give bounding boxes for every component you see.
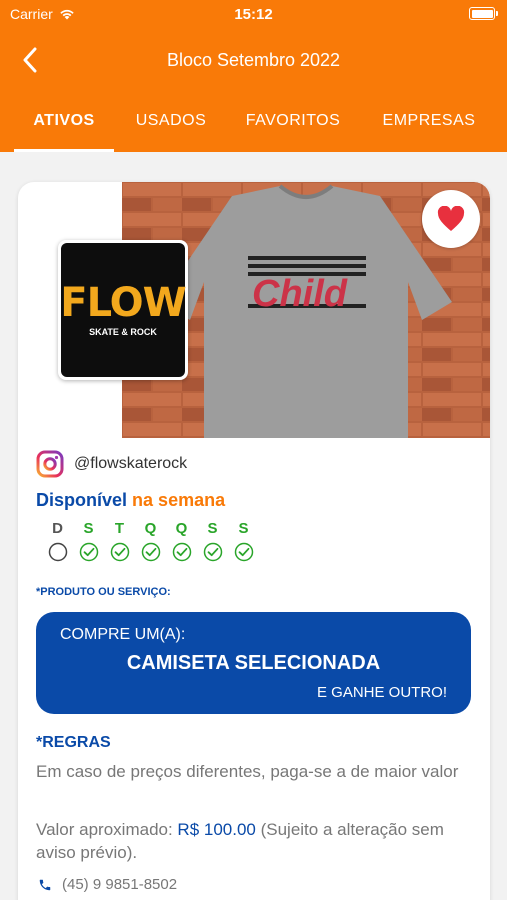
rules-text: Em caso de preços diferentes, paga-se a … [36,762,459,781]
phone-icon [39,879,51,890]
page-title: Bloco Setembro 2022 [166,50,341,70]
availability-title: Disponível na semana [36,490,225,511]
tab-favoritos[interactable]: FAVORITOS [232,112,354,130]
day-tuesday: T [104,520,135,562]
offer-product-name: CAMISETA SELECIONADA [126,652,381,674]
phone-contact[interactable]: (45) 9 9851-8502 [38,876,177,893]
tab-ativos[interactable]: ATIVOS [14,112,114,130]
day-letter: T [114,520,125,537]
day-letter: S [83,520,94,537]
day-sunday: D [42,520,73,562]
day-monday: S [73,520,104,562]
tab-empresas[interactable]: EMPRESAS [370,112,488,130]
check-circle-icon [141,542,160,562]
check-circle-icon [110,542,129,562]
favorite-button[interactable] [422,190,480,248]
value-price: R$ 100.00 [177,820,256,839]
day-letter: Q [175,520,188,537]
day-thursday: Q [166,520,197,562]
instagram-handle[interactable]: @flowskaterock [74,455,187,473]
instagram-icon [36,450,64,478]
tab-usados[interactable]: USADOS [122,112,220,130]
heart-icon [437,206,465,231]
check-circle-icon [234,542,253,562]
check-circle-icon [172,542,191,562]
check-circle-icon [79,542,98,562]
check-circle-icon [203,542,222,562]
nav-bar: Bloco Setembro 2022 [0,38,507,82]
availability-period: na semana [132,490,226,510]
logo-title: FLOW [60,280,187,326]
offer-banner: COMPRE UM(A): CAMISETA SELECIONADA E GAN… [36,612,471,714]
shirt-print-text: Child [252,273,348,315]
day-saturday: S [228,520,259,562]
battery-icon [469,7,498,20]
active-tab-indicator [14,149,114,152]
day-friday: S [197,520,228,562]
offer-line-get: E GANHE OUTRO! [316,684,447,701]
instagram-link[interactable]: @flowskaterock [36,450,187,478]
availability-label: Disponível [36,490,128,510]
day-letter: S [238,520,249,537]
value-prefix: Valor aproximado: [36,820,178,839]
offer-line-buy: COMPRE UM(A): [60,626,186,643]
clock: 15:12 [234,6,273,23]
product-service-label: *PRODUTO OU SERVIÇO: [36,586,171,598]
rules-heading: *REGRAS [36,734,111,751]
approx-value: Valor aproximado: R$ 100.00 (Sujeito a a… [36,818,476,864]
day-letter: Q [144,520,157,537]
unchecked-circle-icon [48,542,67,562]
logo-subtitle: SKATE & ROCK [89,327,157,337]
promo-card[interactable]: Child FLOW SKATE & ROCK @flowskaterock D… [18,182,490,900]
day-wednesday: Q [135,520,166,562]
weekday-availability: D S T Q Q S S [42,520,259,562]
tab-bar: ATIVOS USADOS FAVORITOS EMPRESAS [0,100,507,152]
company-logo: FLOW SKATE & ROCK [58,240,188,380]
status-bar: Carrier 15:12 [0,0,507,30]
phone-number[interactable]: (45) 9 9851-8502 [62,876,177,893]
day-letter: S [207,520,218,537]
app-header: Carrier 15:12 Bloco Setembro 2022 ATIVOS… [0,0,507,152]
day-letter: D [52,520,63,537]
